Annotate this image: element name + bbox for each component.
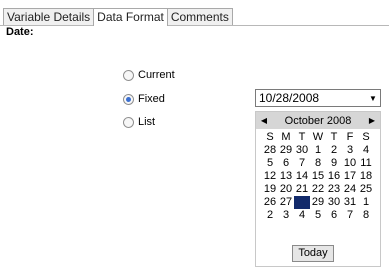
calendar-day[interactable]: 1	[310, 144, 326, 157]
calendar-day[interactable]: 16	[326, 170, 342, 183]
calendar-day[interactable]: 5	[310, 209, 326, 222]
calendar-day[interactable]: 7	[342, 209, 358, 222]
weekday-header: T	[298, 131, 306, 143]
calendar-day[interactable]: 20	[278, 183, 294, 196]
weekday-header: S	[266, 131, 274, 143]
calendar-day[interactable]: 24	[342, 183, 358, 196]
tab-bar: Variable Details Data Format Comments	[3, 8, 233, 26]
calendar-day[interactable]: 15	[310, 170, 326, 183]
calendar-day[interactable]: 23	[326, 183, 342, 196]
tab-data-format[interactable]: Data Format	[93, 8, 168, 26]
calendar-day[interactable]: 1	[358, 196, 374, 209]
radio-checked-icon[interactable]	[123, 93, 134, 105]
calendar-day[interactable]: 21	[294, 183, 310, 196]
calendar-day[interactable]: 29	[310, 196, 326, 209]
radio-current-label: Current	[138, 69, 175, 81]
calendar-day[interactable]: 17	[342, 170, 358, 183]
triangle-down-icon[interactable]: ▼	[366, 94, 380, 103]
calendar-day[interactable]: 11	[358, 157, 374, 170]
calendar-day[interactable]: 30	[294, 144, 310, 157]
calendar-day-selected[interactable]: 28	[294, 196, 310, 209]
radio-fixed-label: Fixed	[138, 93, 165, 105]
weekday-header: S	[362, 131, 370, 143]
calendar-day[interactable]: 12	[262, 170, 278, 183]
radio-list[interactable]: List	[123, 116, 155, 128]
calendar-day[interactable]: 14	[294, 170, 310, 183]
section-label: Date:	[6, 26, 34, 38]
calendar-day[interactable]: 8	[310, 157, 326, 170]
calendar-day[interactable]: 28	[262, 144, 278, 157]
radio-current[interactable]: Current	[123, 69, 175, 81]
calendar-day[interactable]: 22	[310, 183, 326, 196]
triangle-right-icon[interactable]: ▶	[364, 116, 380, 125]
weekday-header: T	[330, 131, 338, 143]
triangle-left-icon[interactable]: ◀	[256, 116, 272, 125]
calendar-day[interactable]: 19	[262, 183, 278, 196]
calendar-day[interactable]: 26	[262, 196, 278, 209]
calendar-month-label: October 2008	[284, 114, 352, 127]
radio-circle-icon[interactable]	[123, 116, 134, 128]
weekday-header: F	[346, 131, 354, 143]
tab-comments[interactable]: Comments	[166, 8, 233, 25]
calendar-day[interactable]: 3	[342, 144, 358, 157]
date-picker-input[interactable]: 10/28/2008 ▼	[255, 89, 381, 107]
calendar-day[interactable]: 3	[278, 209, 294, 222]
today-button[interactable]: Today	[292, 245, 334, 262]
calendar-day[interactable]: 2	[262, 209, 278, 222]
calendar-day[interactable]: 30	[326, 196, 342, 209]
radio-list-label: List	[138, 116, 156, 128]
weekday-header: M	[281, 131, 291, 143]
tab-variable-details[interactable]: Variable Details	[3, 8, 95, 25]
tab-divider	[0, 25, 389, 26]
weekday-header: W	[312, 131, 324, 143]
calendar-day[interactable]: 4	[294, 209, 310, 222]
calendar-day[interactable]: 7	[294, 157, 310, 170]
radio-circle-icon[interactable]	[123, 69, 134, 81]
calendar-day[interactable]: 9	[326, 157, 342, 170]
calendar-day[interactable]: 10	[342, 157, 358, 170]
date-value[interactable]: 10/28/2008	[256, 91, 366, 105]
calendar-day[interactable]: 31	[342, 196, 358, 209]
calendar-day[interactable]: 6	[278, 157, 294, 170]
calendar-day[interactable]: 13	[278, 170, 294, 183]
calendar-day[interactable]: 29	[278, 144, 294, 157]
calendar-day[interactable]: 5	[262, 157, 278, 170]
radio-fixed[interactable]: Fixed	[123, 93, 165, 105]
calendar-day[interactable]: 2	[326, 144, 342, 157]
calendar-day[interactable]: 6	[326, 209, 342, 222]
calendar-header: ◀ October 2008 ▶	[256, 112, 380, 129]
calendar-day[interactable]: 4	[358, 144, 374, 157]
calendar-popup: ◀ October 2008 ▶ S M T W T F S 28 29 30 1 2 3 4 5 6 7 8 9 1…	[255, 111, 381, 267]
calendar-grid: S M T W T F S 28 29 30 1 2 3 4 5 6 7 8 9 10 11 12 13 14 15 16 17 18…	[256, 131, 380, 222]
calendar-day[interactable]: 27	[278, 196, 294, 209]
calendar-day[interactable]: 18	[358, 170, 374, 183]
calendar-day[interactable]: 25	[358, 183, 374, 196]
calendar-day[interactable]: 8	[358, 209, 374, 222]
